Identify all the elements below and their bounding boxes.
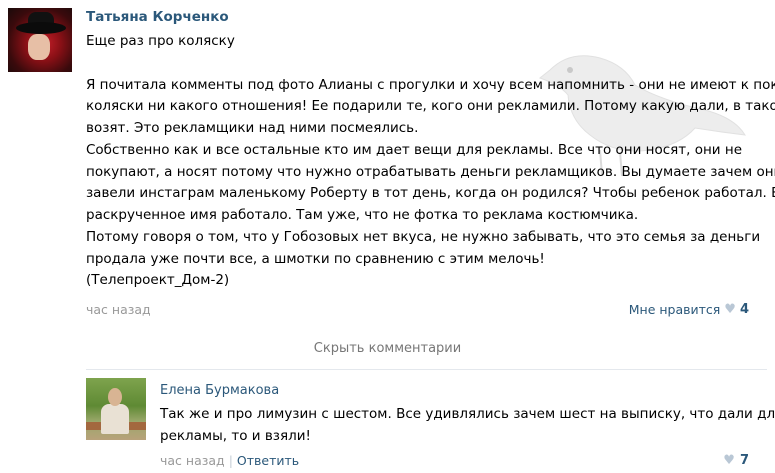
comment-like-button[interactable]: ♥ 7: [723, 453, 749, 468]
avatar-hat-brim: [16, 22, 66, 34]
post-text-line: Собственно как и все остальные кто им да…: [86, 141, 743, 158]
post-text-line: коляски ни какого отношения! Ее подарили…: [86, 98, 775, 115]
like-label: Мне нравится: [628, 302, 721, 317]
comment-author-avatar[interactable]: [86, 378, 146, 440]
post-text-line: Потому говоря о том, что у Гобозовых нет…: [86, 228, 761, 245]
author-avatar[interactable]: [8, 8, 72, 72]
avatar-head: [108, 388, 122, 406]
heart-icon: ♥: [724, 302, 736, 317]
comment-meta: час назад | Ответить: [160, 453, 299, 468]
post-text-line: возят. Это рекламщики над ними посмеялис…: [86, 120, 419, 136]
avatar-face: [28, 34, 50, 60]
avatar-body: [101, 404, 129, 434]
comment-text-line: Так же и про лимузин с шестом. Все удивл…: [160, 406, 775, 422]
comment-author-link[interactable]: Елена Бурмакова: [160, 383, 279, 398]
post-text-line: завели инстаграм маленькому Роберту в то…: [86, 185, 775, 202]
post-text-line: покупают, а носят потому что нужно отраб…: [86, 163, 775, 180]
comment-timestamp[interactable]: час назад: [160, 453, 225, 468]
post-text: Еще раз про коляску Я почитала комменты …: [86, 31, 775, 292]
heart-icon: ♥: [723, 453, 735, 468]
post-author-link[interactable]: Татьяна Корченко: [86, 9, 229, 25]
reply-button[interactable]: Ответить: [237, 453, 299, 468]
post: Татьяна Корченко Еще раз про коляску Я п…: [0, 0, 775, 330]
post-like-button[interactable]: Мне нравится ♥ 4: [629, 302, 749, 317]
meta-separator: |: [228, 453, 233, 468]
post-text-line: Я почитала комменты под фото Алианы с пр…: [86, 76, 775, 93]
post-text-gap: [86, 53, 766, 75]
comment-text: Так же и про лимузин с шестом. Все удивл…: [160, 403, 775, 447]
post-timestamp[interactable]: час назад: [86, 302, 151, 317]
comment-item: Елена Бурмакова Так же и про лимузин с ш…: [0, 370, 775, 473]
hide-comments-link[interactable]: Скрыть комментарии: [0, 341, 775, 356]
comment-like-count: 7: [739, 453, 749, 468]
post-text-line: Еще раз про коляску: [86, 33, 235, 49]
post-text-line: (Телепроект_Дом-2): [86, 272, 230, 289]
like-count: 4: [739, 302, 749, 317]
comment-text-line: рекламы, то и взяли!: [160, 428, 311, 444]
post-text-line: продала уже почти все, а шмотки по сравн…: [86, 250, 545, 267]
post-text-line: раскрученное имя работало. Там уже, что …: [86, 207, 639, 223]
